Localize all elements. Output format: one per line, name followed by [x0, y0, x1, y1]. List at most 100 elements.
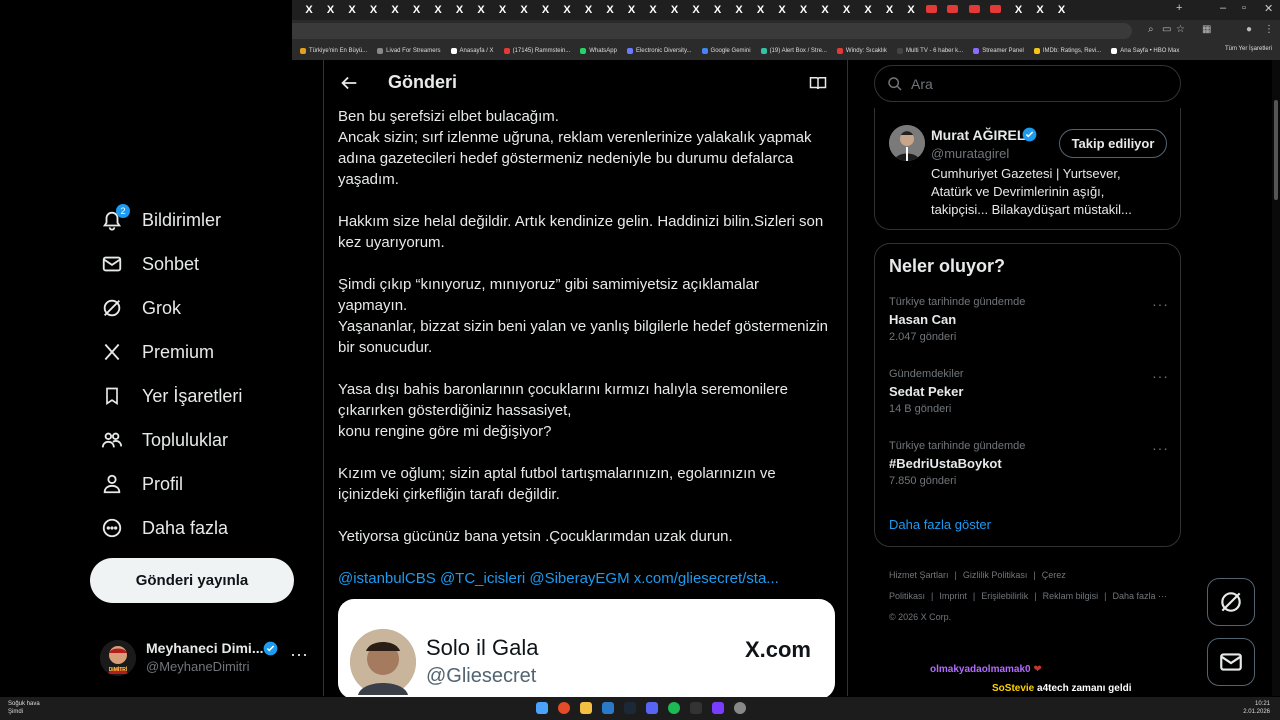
bookmark-item[interactable]: Electronic Diversity... [626, 48, 692, 54]
x-tab-icon[interactable]: X [818, 3, 832, 17]
search-input[interactable] [911, 74, 1161, 94]
nav-bookmarks[interactable]: Yer İşaretleri [100, 376, 242, 416]
more-dots-icon[interactable]: ··· [1152, 440, 1169, 456]
bookmark-item[interactable]: Windy: Sıcaklık [836, 48, 887, 54]
bookmark-item[interactable]: Multi TV - 6 haber k... [896, 48, 963, 54]
nav-profile[interactable]: Profil [100, 464, 183, 504]
x-tab-icon[interactable]: X [1012, 3, 1026, 17]
file-explorer-icon[interactable] [580, 702, 592, 714]
reader-mode-icon[interactable] [809, 74, 827, 92]
more-dots-icon[interactable]: ··· [1152, 368, 1169, 384]
youtube-tab-icon[interactable] [947, 5, 958, 13]
x-tab-icon[interactable]: X [689, 3, 703, 17]
epic-games-icon[interactable] [690, 702, 702, 714]
app-icon[interactable] [602, 702, 614, 714]
x-tab-icon[interactable]: X [582, 3, 596, 17]
new-tab-icon[interactable]: + [1176, 2, 1182, 14]
profile-icon[interactable]: ● [1246, 24, 1252, 35]
close-window-icon[interactable]: ✕ [1264, 2, 1273, 15]
cast-icon[interactable]: ▭ [1162, 24, 1171, 35]
back-arrow-icon[interactable] [338, 72, 360, 94]
footer-link[interactable]: Erişilebilirlik [981, 591, 1028, 601]
x-tab-icon[interactable]: X [539, 3, 553, 17]
x-tab-icon[interactable]: X [388, 3, 402, 17]
x-tab-icon[interactable]: X [560, 3, 574, 17]
x-tab-icon[interactable]: X [1055, 3, 1069, 17]
trend-item[interactable]: Türkiye tarihinde gündemde Hasan Can 2.0… [889, 296, 1169, 356]
more-dots-icon[interactable]: ··· [290, 644, 308, 665]
x-tab-icon[interactable]: X [302, 3, 316, 17]
bookmark-item[interactable]: Anasayfa / X [450, 48, 494, 54]
bookmark-item[interactable]: Streamer Panel [973, 48, 1024, 54]
scrollbar[interactable] [1272, 60, 1280, 696]
x-tab-icon[interactable]: X [861, 3, 875, 17]
x-tab-icon[interactable]: X [324, 3, 338, 17]
nav-communities[interactable]: Topluluklar [100, 420, 228, 460]
x-tab-icon[interactable]: X [453, 3, 467, 17]
steam-icon[interactable] [624, 702, 636, 714]
x-tab-icon[interactable]: X [603, 3, 617, 17]
search-box[interactable] [874, 65, 1181, 102]
footer-link[interactable]: Gizlilik Politikası [963, 570, 1028, 580]
nav-more[interactable]: Daha fazla [100, 508, 228, 548]
bookmark-item[interactable]: Google Gemini [701, 48, 751, 54]
bookmark-item[interactable]: (19) Alert Box / Stre... [760, 48, 827, 54]
menu-icon[interactable]: ⋮ [1264, 24, 1274, 35]
x-tab-icon[interactable]: X [431, 3, 445, 17]
bookmark-item[interactable]: WhatsApp [580, 48, 617, 54]
weather-widget[interactable]: Soğuk hava Şimdi [8, 700, 40, 716]
avatar[interactable] [889, 125, 925, 161]
bookmark-item[interactable]: Türkiye'nin En Büyü... [300, 48, 367, 54]
x-tab-icon[interactable]: X [496, 3, 510, 17]
star-icon[interactable]: ☆ [1176, 24, 1185, 35]
bookmark-item[interactable]: Ana Sayfa • HBO Max [1111, 48, 1179, 54]
post-button[interactable]: Gönderi yayınla [90, 558, 294, 603]
x-tab-icon[interactable]: X [1033, 3, 1047, 17]
app-icon[interactable] [734, 702, 746, 714]
maximize-icon[interactable]: ▫ [1242, 2, 1246, 14]
extensions-icon[interactable]: ▦ [1202, 24, 1211, 35]
zoom-icon[interactable]: ⌕ [1148, 24, 1154, 35]
discord-icon[interactable] [646, 702, 658, 714]
x-tab-icon[interactable]: X [732, 3, 746, 17]
x-tab-icon[interactable]: X [711, 3, 725, 17]
x-tab-icon[interactable]: X [517, 3, 531, 17]
x-tab-icon[interactable]: X [410, 3, 424, 17]
bookmark-item[interactable]: IMDb: Ratings, Revi... [1033, 48, 1101, 54]
minimize-icon[interactable]: – [1220, 2, 1226, 14]
system-clock[interactable]: 10:21 2.01.2026 [1243, 700, 1270, 716]
footer-link[interactable]: Imprint [939, 591, 967, 601]
trend-item[interactable]: Türkiye tarihinde gündemde #BedriUstaBoy… [889, 440, 1169, 500]
app-icon[interactable] [712, 702, 724, 714]
omnibox[interactable] [292, 23, 1132, 39]
footer-link[interactable]: Reklam bilgisi [1043, 591, 1099, 601]
x-tab-icon[interactable]: X [668, 3, 682, 17]
x-tab-icon[interactable]: X [754, 3, 768, 17]
x-tab-icon[interactable]: X [625, 3, 639, 17]
x-tab-icon[interactable]: X [775, 3, 789, 17]
trend-item[interactable]: Gündemdekiler Sedat Peker 14 B gönderi ·… [889, 368, 1169, 428]
grok-button[interactable] [1207, 578, 1255, 626]
footer-link[interactable]: Daha fazla ··· [1112, 591, 1167, 601]
bookmark-item[interactable]: (17145) Rammstein... [503, 48, 570, 54]
x-tab-icon[interactable]: X [646, 3, 660, 17]
all-bookmarks-link[interactable]: Tüm Yer İşaretleri [1225, 46, 1272, 52]
more-dots-icon[interactable]: ··· [1152, 296, 1169, 312]
spotify-icon[interactable] [668, 702, 680, 714]
post-mention-links[interactable]: @istanbulCBS @TC_icisleri @SiberayEGM x.… [338, 568, 838, 589]
nav-grok[interactable]: Grok [100, 288, 181, 328]
chrome-icon[interactable] [558, 702, 570, 714]
bookmark-item[interactable]: Livad For Streamers [377, 48, 441, 54]
x-tab-icon[interactable]: X [883, 3, 897, 17]
suggested-user-name[interactable]: Murat AĞIREL [931, 127, 1025, 143]
show-more-link[interactable]: Daha fazla göster [889, 517, 991, 532]
x-tab-icon[interactable]: X [904, 3, 918, 17]
x-tab-icon[interactable]: X [840, 3, 854, 17]
windows-start-icon[interactable] [536, 702, 548, 714]
x-tab-icon[interactable]: X [345, 3, 359, 17]
nav-premium[interactable]: Premium [100, 332, 214, 372]
scroll-thumb[interactable] [1274, 100, 1278, 200]
account-switcher[interactable]: DIMİTRİ Meyhaneci Dimi... @MeyhaneDimitr… [100, 636, 310, 680]
link-preview-card[interactable]: Solo il Gala @Gliesecret X.com [338, 599, 835, 699]
following-button[interactable]: Takip ediliyor [1059, 129, 1167, 158]
